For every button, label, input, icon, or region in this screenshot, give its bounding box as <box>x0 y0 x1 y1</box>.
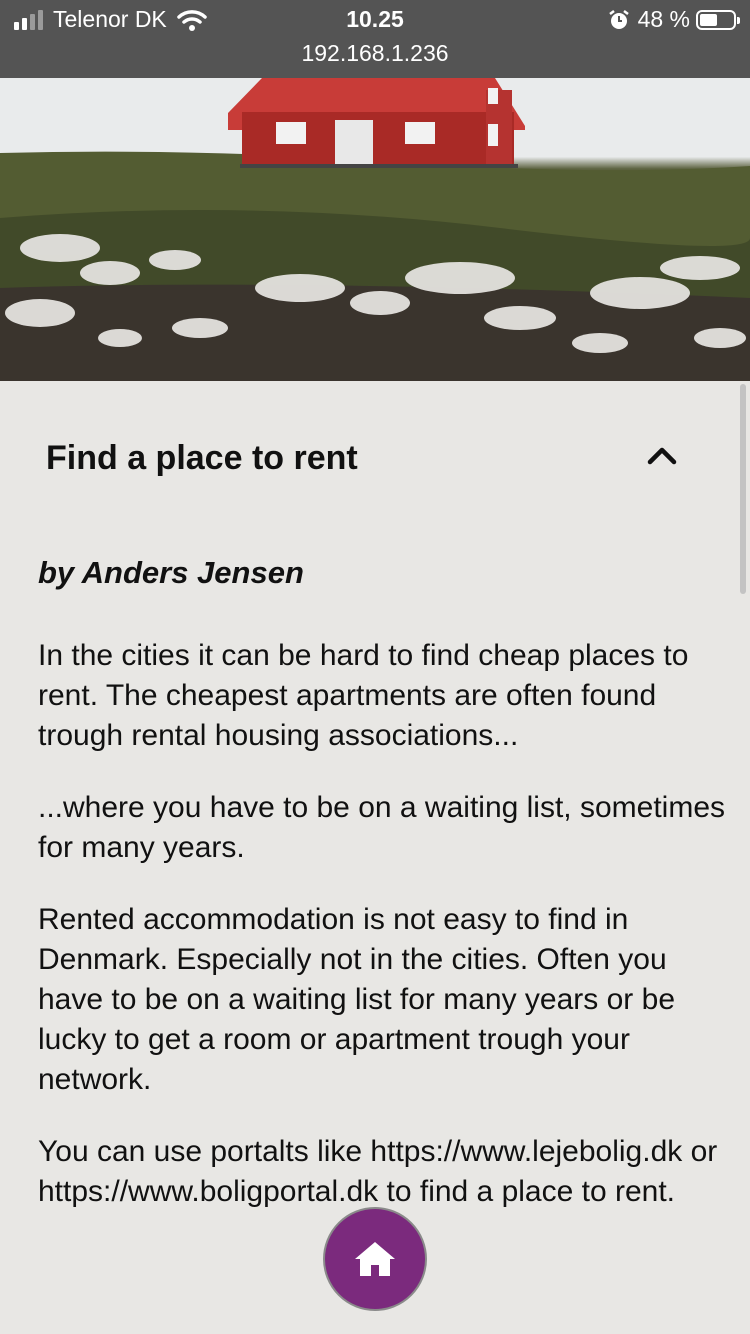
home-button[interactable] <box>323 1207 427 1311</box>
chevron-up-icon[interactable] <box>646 444 678 466</box>
article-paragraph: Rented accommodation is not easy to find… <box>38 903 676 1096</box>
status-right: 48 % <box>608 6 740 33</box>
alarm-icon <box>608 9 629 29</box>
scrollbar[interactable] <box>740 384 746 594</box>
battery-percent: 48 % <box>637 6 690 32</box>
article-paragraph: You can use portalts like https://www.le… <box>38 1135 718 1208</box>
accordion-header[interactable]: Find a place to rent <box>46 436 696 480</box>
page-title: Find a place to rent <box>46 439 358 477</box>
article-author: by Anders Jensen <box>38 555 304 590</box>
hero-image <box>0 78 750 381</box>
article-paragraph: ...where you have to be on a waiting lis… <box>38 791 726 864</box>
article-paragraph: In the cities it can be hard to find che… <box>38 639 689 752</box>
home-icon <box>355 1242 395 1276</box>
url-bar[interactable]: 192.168.1.236 <box>0 40 750 67</box>
status-bar: Telenor DK 10.25 192.168.1.236 48 % <box>0 0 750 78</box>
battery-icon <box>696 9 740 30</box>
